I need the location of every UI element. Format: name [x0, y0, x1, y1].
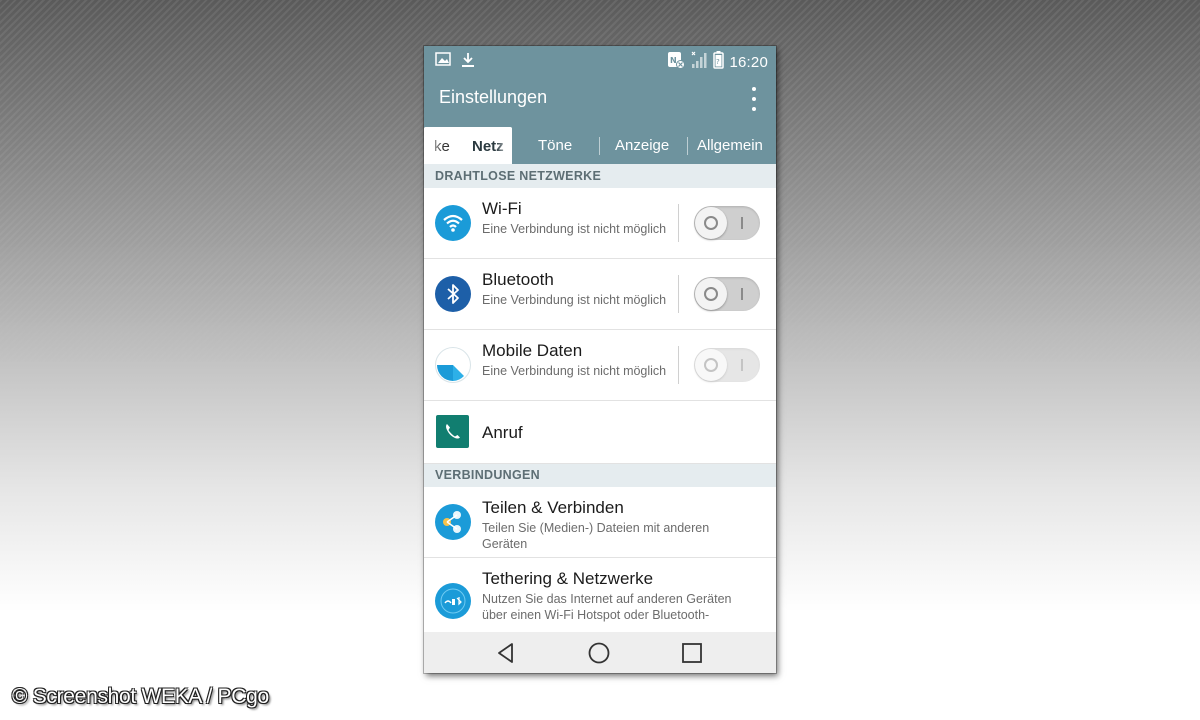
wifi-subtitle: Eine Verbindung ist nicht möglich — [482, 222, 667, 236]
tab-anzeige[interactable]: Anzeige — [615, 137, 669, 154]
share-connect-title: Teilen & Verbinden — [482, 498, 624, 517]
recents-icon[interactable] — [680, 641, 704, 665]
bluetooth-icon — [435, 276, 471, 312]
share-connect-subtitle: Teilen Sie (Medien-) Dateien mit anderen… — [482, 521, 710, 551]
svg-text:N: N — [670, 56, 677, 65]
list-item-bluetooth[interactable]: Bluetooth Eine Verbindung ist nicht mögl… — [424, 259, 776, 330]
list-item-share-connect[interactable]: Teilen & Verbinden Teilen Sie (Medien-) … — [424, 487, 776, 558]
anruf-title: Anruf — [482, 423, 523, 442]
share-connect-icon — [435, 504, 471, 540]
nfc-icon: N — [667, 51, 686, 74]
wifi-toggle[interactable] — [694, 206, 760, 240]
download-icon — [461, 52, 475, 73]
wifi-title: Wi-Fi — [482, 199, 522, 218]
tab-toene[interactable]: Töne — [538, 137, 572, 154]
mobile-data-title: Mobile Daten — [482, 341, 583, 360]
tab-netzwerke[interactable]: ke Netz — [424, 127, 512, 164]
navigation-bar — [424, 632, 776, 673]
bluetooth-toggle[interactable] — [694, 277, 760, 311]
phone-icon — [436, 415, 469, 448]
wifi-icon — [435, 205, 471, 241]
signal-icon — [690, 51, 708, 74]
tethering-title: Tethering & Netzwerke — [482, 569, 654, 588]
tethering-subtitle: Nutzen Sie das Internet auf anderen Gerä… — [482, 592, 732, 622]
mobile-data-subtitle: Eine Verbindung ist nicht möglich — [482, 364, 667, 378]
section-header-connections: VERBINDUNGEN — [424, 463, 776, 487]
bluetooth-subtitle: Eine Verbindung ist nicht möglich — [482, 293, 667, 307]
watermark: © Screenshot WEKA / PCgo — [12, 685, 269, 708]
svg-text:?: ? — [716, 58, 720, 66]
page-title: Einstellungen — [439, 87, 548, 107]
list-item-mobile-data[interactable]: Mobile Daten Eine Verbindung ist nicht m… — [424, 330, 776, 401]
list-item-anruf[interactable]: Anruf — [424, 401, 776, 464]
image-icon — [435, 52, 451, 73]
app-bar: Einstellungen — [424, 74, 776, 126]
battery-icon: ? — [713, 51, 725, 74]
tab-allgemein[interactable]: Allgemein — [697, 137, 763, 154]
section-header-wireless: DRAHTLOSE NETZWERKE — [424, 164, 776, 188]
mobile-data-toggle[interactable] — [694, 348, 760, 382]
tab-bar: ke Netz Töne Anzeige Allgemein — [424, 126, 776, 164]
phone-screen: N ? 16:20 Einstellungen ke Netz Töne Anz… — [424, 46, 776, 673]
more-vert-icon[interactable] — [748, 85, 760, 113]
bluetooth-title: Bluetooth — [482, 270, 554, 289]
home-icon[interactable] — [587, 641, 611, 665]
tethering-icon — [435, 583, 471, 619]
status-time: 16:20 — [729, 54, 768, 71]
status-bar: N ? 16:20 — [424, 46, 776, 74]
back-icon[interactable] — [494, 641, 518, 665]
mobile-data-icon — [435, 347, 471, 383]
list-item-wifi[interactable]: Wi-Fi Eine Verbindung ist nicht möglich — [424, 188, 776, 259]
list-item-tethering[interactable]: Tethering & Netzwerke Nutzen Sie das Int… — [424, 558, 776, 638]
